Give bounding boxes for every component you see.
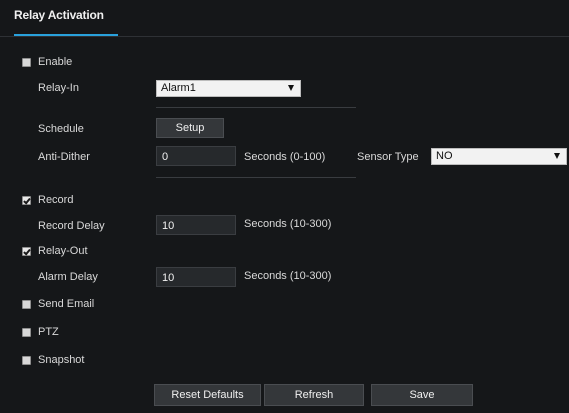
- save-button[interactable]: Save: [371, 384, 473, 406]
- relay-in-label: Relay-In: [38, 82, 79, 94]
- divider: [156, 107, 356, 108]
- header-divider: [0, 36, 569, 37]
- ptz-label: PTZ: [38, 326, 59, 338]
- schedule-setup-button[interactable]: Setup: [156, 118, 224, 138]
- anti-dither-unit: Seconds (0-100): [244, 151, 326, 163]
- snapshot-checkbox[interactable]: [22, 356, 31, 365]
- record-delay-label: Record Delay: [38, 220, 105, 232]
- ptz-checkbox[interactable]: [22, 328, 31, 337]
- record-checkbox[interactable]: [22, 196, 31, 205]
- record-delay-input[interactable]: 10: [156, 215, 236, 235]
- relay-out-checkbox[interactable]: [22, 247, 31, 256]
- snapshot-label: Snapshot: [38, 354, 85, 366]
- enable-label: Enable: [38, 56, 73, 68]
- anti-dither-label: Anti-Dither: [38, 151, 90, 163]
- record-delay-unit: Seconds (10-300): [244, 218, 332, 230]
- sensor-type-label: Sensor Type: [357, 151, 419, 163]
- relay-activation-page: Relay Activation Enable Relay-In Alarm1 …: [0, 0, 569, 413]
- enable-checkbox[interactable]: [22, 58, 31, 67]
- send-email-label: Send Email: [38, 298, 95, 310]
- alarm-delay-label: Alarm Delay: [38, 271, 98, 283]
- relay-in-select[interactable]: Alarm1: [156, 80, 301, 97]
- chevron-down-icon: [288, 85, 294, 91]
- reset-defaults-button[interactable]: Reset Defaults: [154, 384, 261, 406]
- alarm-delay-input[interactable]: 10: [156, 267, 236, 287]
- relay-in-value: Alarm1: [161, 82, 196, 94]
- schedule-label: Schedule: [38, 123, 84, 135]
- anti-dither-input[interactable]: 0: [156, 146, 236, 166]
- relay-out-label: Relay-Out: [38, 245, 88, 257]
- alarm-delay-unit: Seconds (10-300): [244, 270, 332, 282]
- refresh-button[interactable]: Refresh: [264, 384, 364, 406]
- tab-relay-activation[interactable]: Relay Activation: [14, 8, 104, 22]
- send-email-checkbox[interactable]: [22, 300, 31, 309]
- sensor-type-value: NO: [436, 150, 453, 162]
- chevron-down-icon: [554, 153, 560, 159]
- sensor-type-select[interactable]: NO: [431, 148, 567, 165]
- record-label: Record: [38, 194, 74, 206]
- divider: [156, 177, 356, 178]
